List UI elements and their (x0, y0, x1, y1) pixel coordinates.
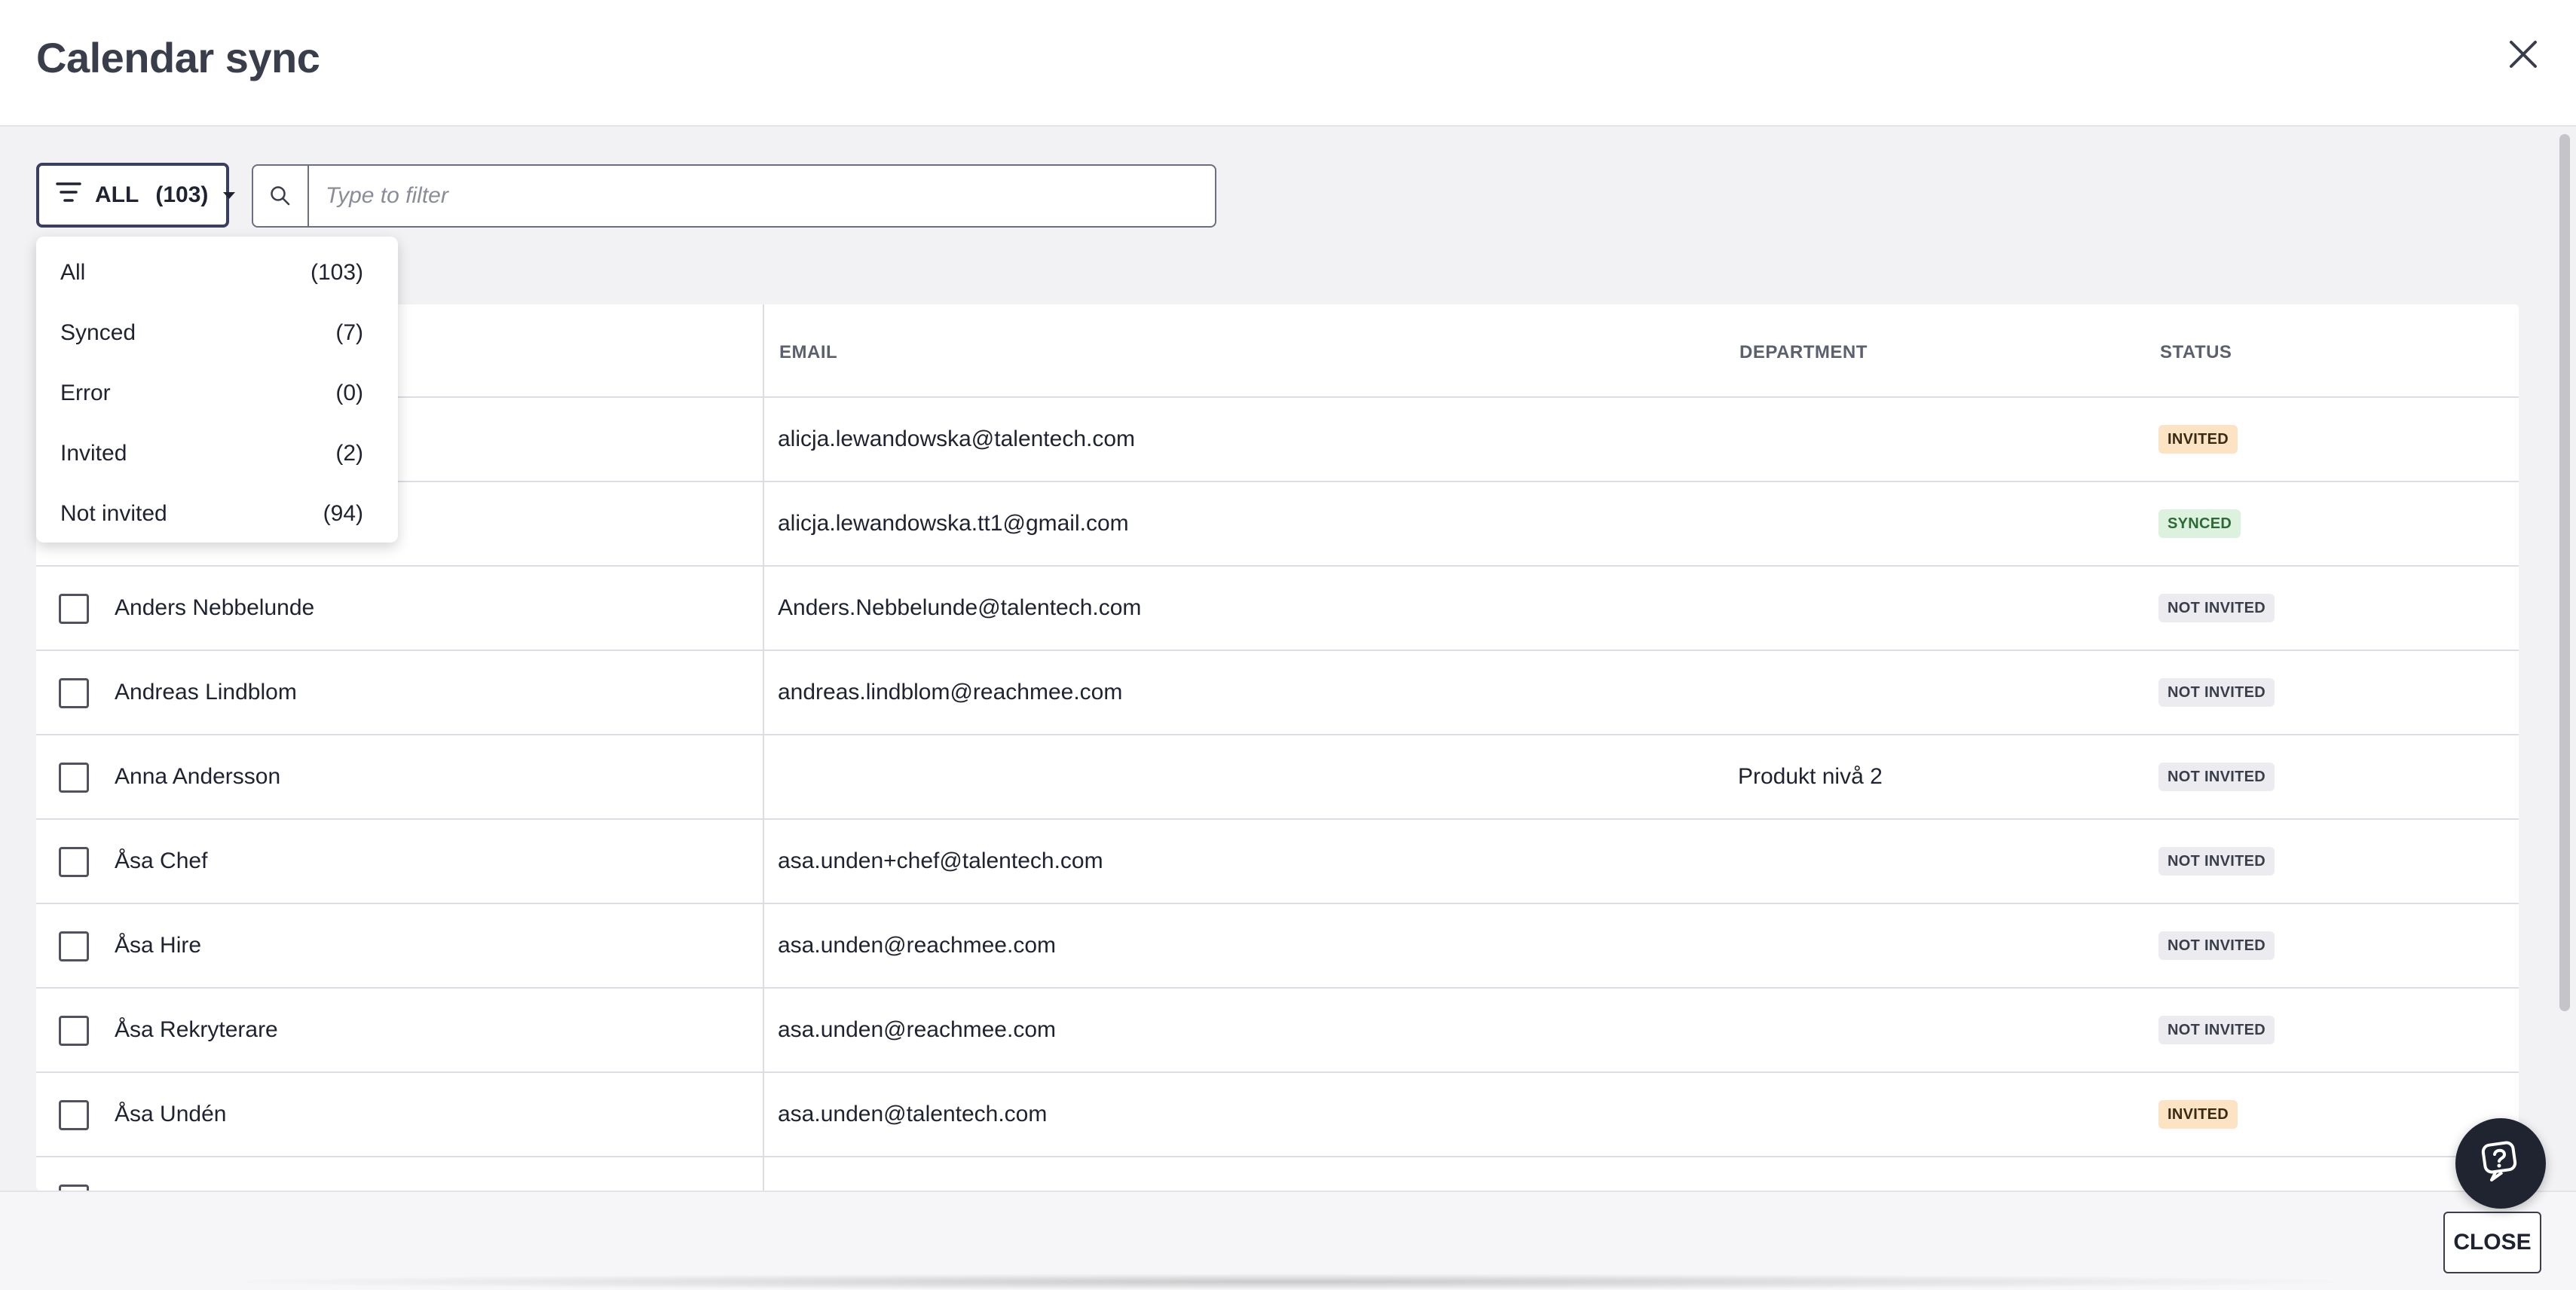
status-badge: NOT INVITED (2158, 847, 2275, 876)
filter-option-count: (2) (335, 441, 363, 466)
status-badge: NOT INVITED (2158, 1016, 2275, 1044)
filter-label: ALL (95, 182, 139, 207)
row-checkbox[interactable] (59, 1100, 89, 1130)
filter-option-count: (7) (335, 320, 363, 345)
close-button[interactable]: CLOSE (2443, 1212, 2541, 1273)
table-row[interactable]: Anders Nebbelunde Anders.Nebbelunde@tale… (36, 567, 2519, 651)
table-row[interactable]: alicja.lewandowska.tt1@gmail.com SYNCED (36, 482, 2519, 567)
row-email: Anders.Nebbelunde@talentech.com (778, 595, 1142, 620)
filter-option-error[interactable]: Error (0) (36, 363, 398, 423)
status-badge: INVITED (2158, 1100, 2238, 1129)
row-department: Produkt nivå 2 (1738, 764, 1883, 789)
table-row[interactable]: Åsa Chef asa.unden+chef@talentech.com NO… (36, 820, 2519, 904)
table-row[interactable]: alicja.lewandowska@talentech.com INVITED (36, 398, 2519, 482)
chat-help-icon (2477, 1138, 2525, 1190)
filter-option-label: Error (60, 381, 111, 405)
table-row[interactable]: Andreas Lindblom andreas.lindblom@reachm… (36, 651, 2519, 735)
row-checkbox[interactable] (59, 763, 89, 793)
chevron-down-icon (223, 191, 236, 199)
table-header: EMAIL DEPARTMENT STATUS (36, 304, 2519, 398)
row-email: alicja.lewandowska@talentech.com (778, 426, 1136, 451)
status-badge: NOT INVITED (2158, 931, 2275, 960)
scrollbar-thumb[interactable] (2559, 134, 2570, 1011)
filter-option-all[interactable]: All (103) (36, 243, 398, 303)
table-row[interactable]: Åsa Undén asa.unden@talentech.com INVITE… (36, 1073, 2519, 1157)
row-name: Anders Nebbelunde (115, 595, 315, 620)
row-email: andreas.lindblom@reachmee.com (778, 680, 1123, 705)
row-checkbox[interactable] (59, 931, 89, 961)
status-badge: NOT INVITED (2158, 763, 2275, 791)
table-row[interactable] (36, 1157, 2519, 1191)
chat-help-button[interactable] (2455, 1118, 2546, 1209)
status-badge: NOT INVITED (2158, 594, 2275, 622)
status-badge: INVITED (2158, 425, 2238, 454)
row-checkbox[interactable] (59, 594, 89, 624)
table-row[interactable]: Åsa Hire asa.unden@reachmee.com NOT INVI… (36, 904, 2519, 989)
status-filter-menu: All (103) Synced (7) Error (0) Invited (… (36, 237, 398, 543)
row-checkbox[interactable] (59, 847, 89, 877)
row-email: asa.unden@reachmee.com (778, 1017, 1056, 1042)
row-checkbox[interactable] (59, 1016, 89, 1046)
row-checkbox[interactable] (59, 678, 89, 708)
filter-option-label: Synced (60, 320, 136, 345)
close-icon[interactable] (2499, 30, 2547, 78)
status-badge: SYNCED (2158, 509, 2241, 538)
filter-option-synced[interactable]: Synced (7) (36, 303, 398, 363)
status-column-header[interactable]: STATUS (2160, 342, 2232, 363)
status-filter-button[interactable]: ALL (103) (36, 163, 236, 228)
dialog-title: Calendar sync (36, 34, 320, 81)
filter-option-not-invited[interactable]: Not invited (94) (36, 484, 398, 544)
row-name: Andreas Lindblom (115, 680, 297, 705)
filter-option-invited[interactable]: Invited (2) (36, 423, 398, 484)
row-email: alicja.lewandowska.tt1@gmail.com (778, 511, 1129, 536)
filter-option-label: All (60, 260, 86, 285)
row-name: Åsa Rekryterare (115, 1017, 278, 1042)
row-email: asa.unden@talentech.com (778, 1102, 1048, 1126)
row-name: Åsa Hire (115, 933, 202, 958)
search-field (252, 164, 1216, 228)
dialog-header: Calendar sync (0, 0, 2576, 127)
row-checkbox[interactable] (59, 1185, 89, 1191)
search-icon (253, 166, 309, 226)
filter-option-label: Not invited (60, 501, 167, 526)
table-row[interactable]: Åsa Rekryterare asa.unden@reachmee.com N… (36, 989, 2519, 1073)
search-input[interactable] (309, 167, 1215, 225)
email-column-header[interactable]: EMAIL (779, 342, 837, 363)
footer-shadow (196, 1273, 2382, 1290)
row-name: Anna Andersson (115, 764, 281, 789)
filter-option-label: Invited (60, 441, 127, 466)
filter-count: (103) (155, 182, 209, 207)
filter-option-count: (103) (310, 260, 363, 285)
row-name: Åsa Undén (115, 1102, 227, 1126)
status-badge: NOT INVITED (2158, 678, 2275, 707)
filter-option-count: (0) (335, 381, 363, 405)
department-column-header[interactable]: DEPARTMENT (1739, 342, 1868, 363)
row-name: Åsa Chef (115, 848, 208, 873)
filter-lines-icon (56, 181, 81, 209)
row-email: asa.unden+chef@talentech.com (778, 848, 1103, 873)
users-table: EMAIL DEPARTMENT STATUS alicja.lewandows… (36, 304, 2519, 1191)
row-email: asa.unden@reachmee.com (778, 933, 1056, 958)
filter-option-count: (94) (323, 501, 363, 526)
table-row[interactable]: Anna Andersson Produkt nivå 2 NOT INVITE… (36, 735, 2519, 820)
